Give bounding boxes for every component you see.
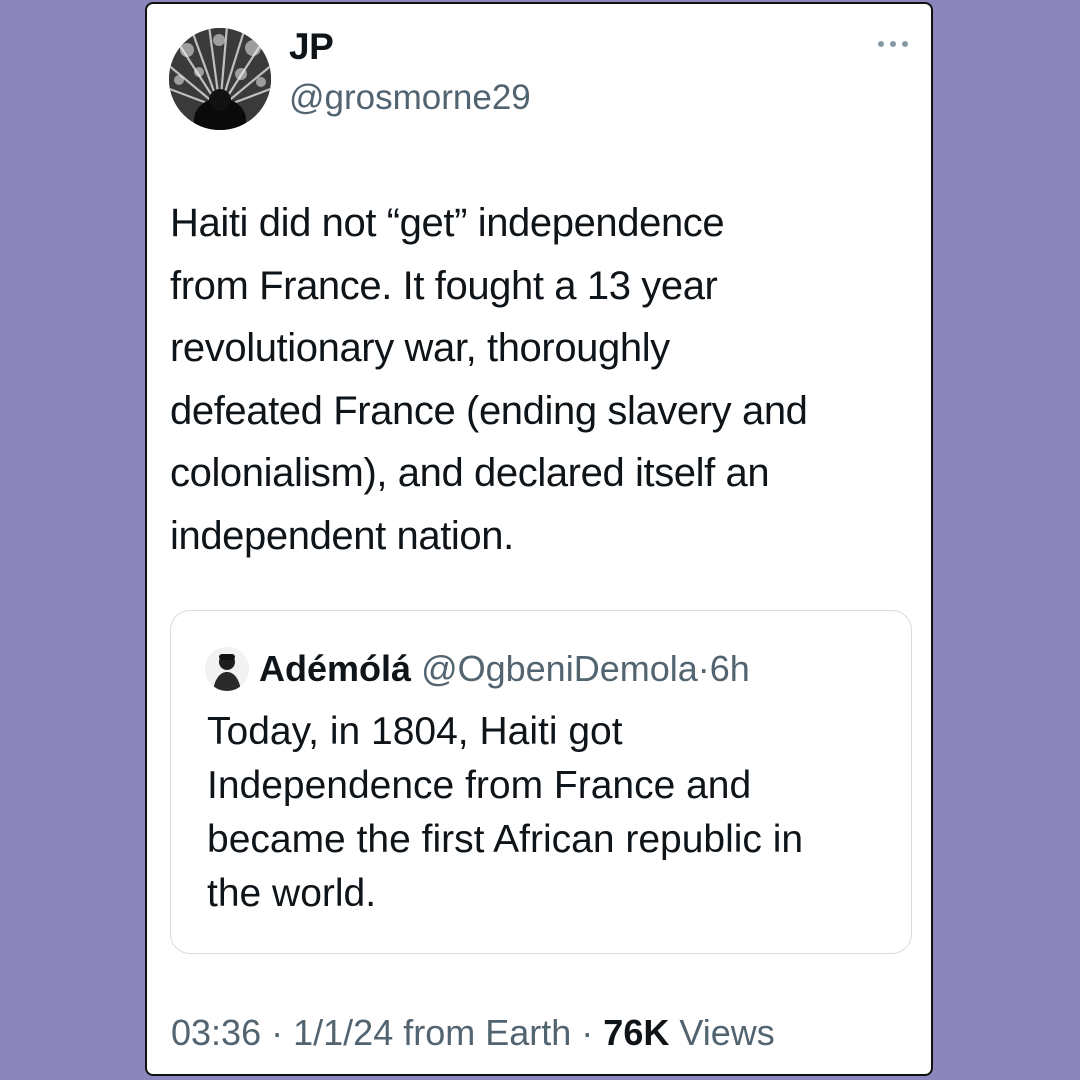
tweet-date-location[interactable]: 1/1/24 from Earth (293, 1012, 571, 1053)
author-display-name[interactable]: JP (289, 26, 334, 68)
views-count[interactable]: 76K (603, 1012, 669, 1053)
more-horizontal-icon (878, 41, 908, 47)
quoted-tweet-header: Adémólá @OgbeniDemola·6h (259, 647, 750, 691)
author-handle[interactable]: @grosmorne29 (289, 78, 531, 118)
header-separator: · (697, 648, 710, 689)
footer-separator: · (581, 1012, 594, 1053)
tweet-footer: 03:36 · 1/1/24 from Earth · 76K Views (171, 1012, 775, 1054)
more-options-button[interactable] (873, 30, 913, 58)
quoted-tweet-text: Today, in 1804, Haiti got Independence f… (207, 710, 804, 915)
quoted-author-avatar[interactable] (205, 647, 249, 691)
tweet-card: JP @grosmorne29 Haiti did not “get” inde… (145, 2, 933, 1076)
tweet-time[interactable]: 03:36 (171, 1012, 261, 1053)
quoted-time-ago[interactable]: 6h (710, 648, 750, 689)
quoted-author-handle[interactable]: @OgbeniDemola (421, 648, 698, 689)
views-label: Views (679, 1012, 775, 1053)
tweet-text: Haiti did not “get” independence from Fr… (170, 201, 808, 558)
author-avatar[interactable] (169, 28, 271, 130)
footer-separator: · (271, 1012, 284, 1053)
quoted-author-name[interactable]: Adémólá (259, 648, 411, 689)
quoted-tweet[interactable]: Adémólá @OgbeniDemola·6h Today, in 1804,… (170, 610, 912, 954)
